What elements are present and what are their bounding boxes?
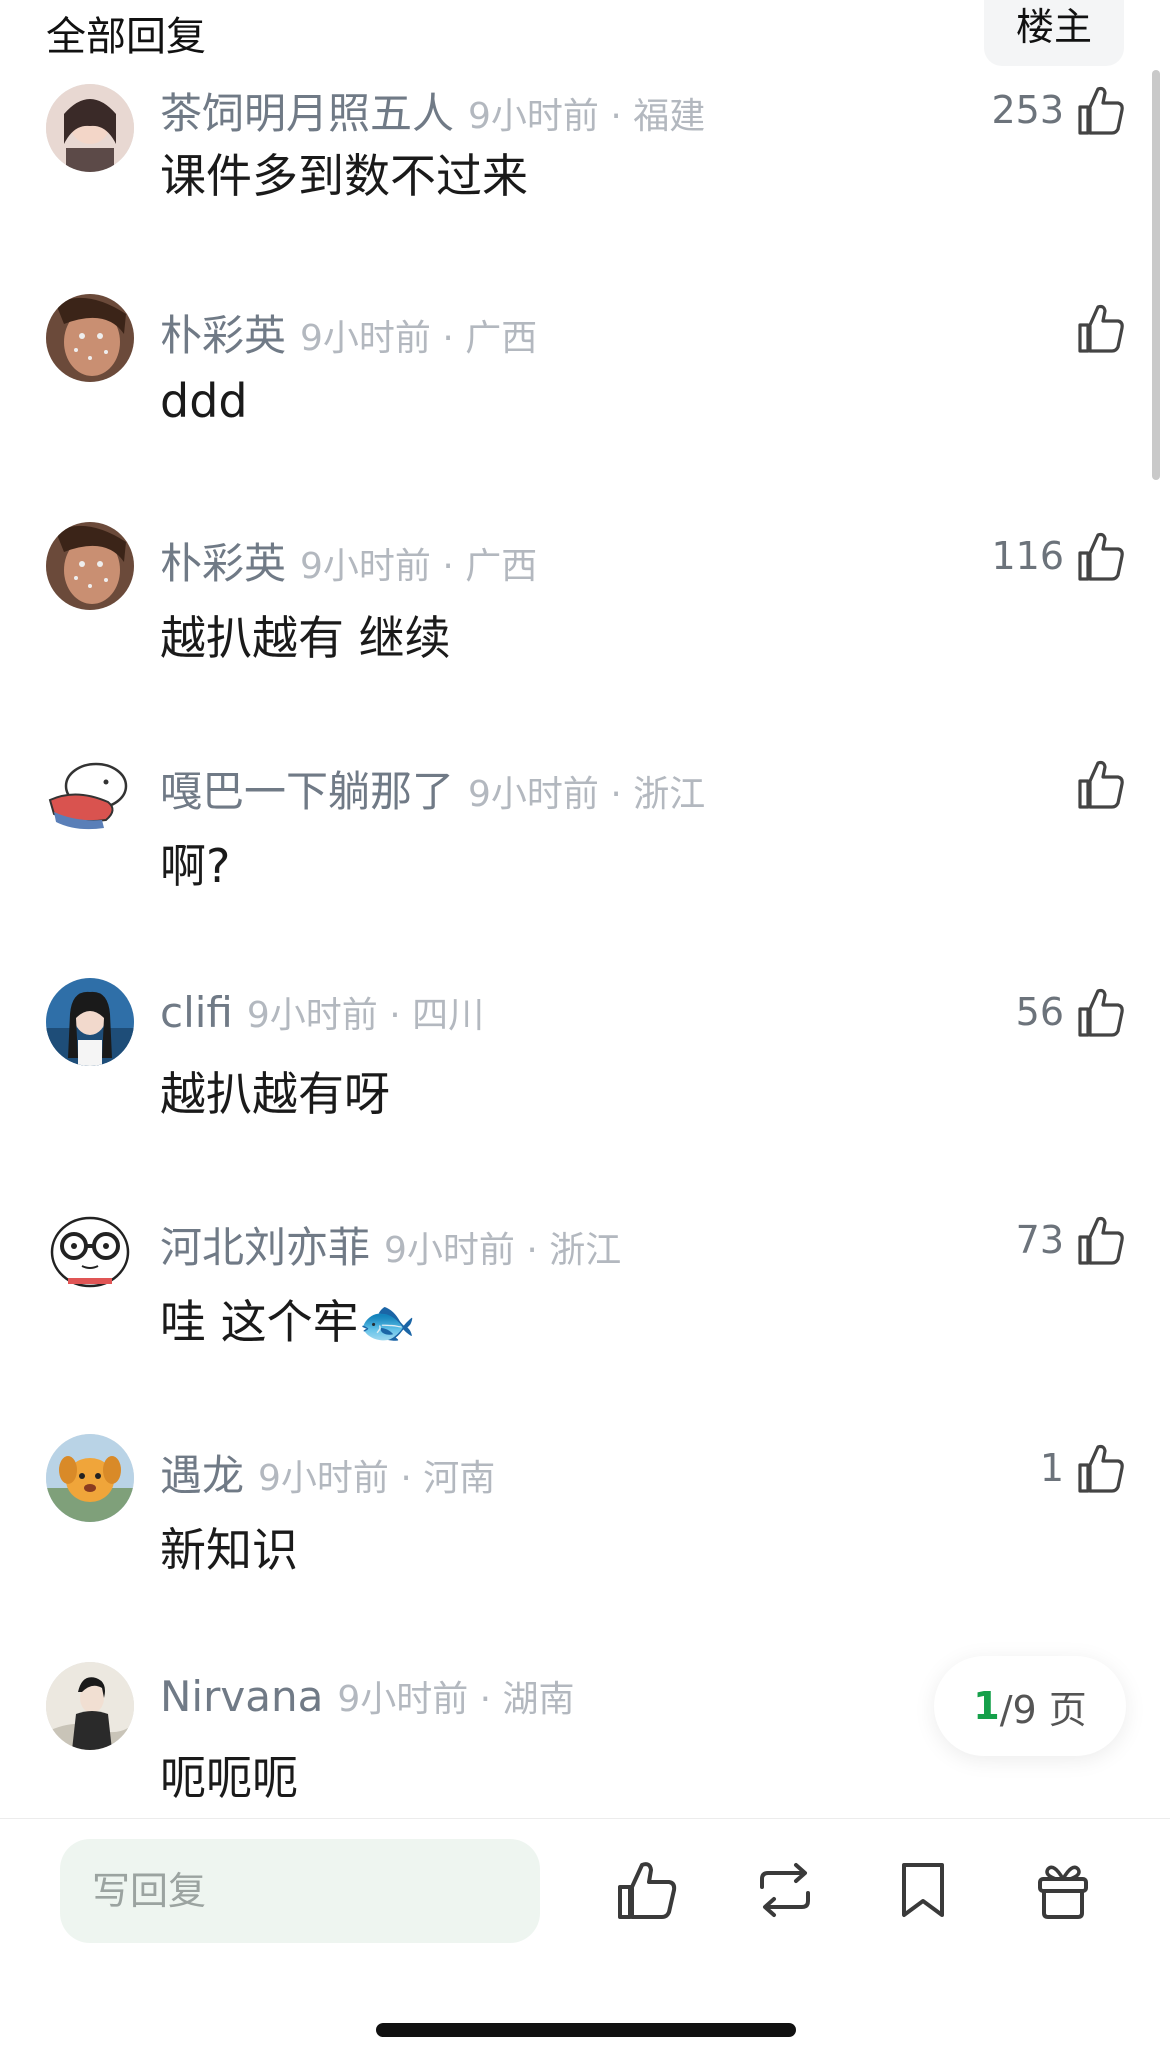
avatar[interactable] [46,1434,134,1522]
time-location: 9小时前 · 湖南 [337,1679,575,1720]
time-location: 9小时前 · 福建 [468,96,706,137]
thumbs-up-icon [1076,529,1126,583]
like-count: 116 [991,534,1064,578]
like-count: 73 [1015,1218,1064,1262]
page-title: 全部回复 [46,14,206,60]
time-location: 9小时前 · 四川 [246,995,485,1036]
like-count: 1 [1039,1446,1064,1490]
scrollbar[interactable] [1152,70,1160,480]
comment-text[interactable]: 越扒越有呀 [160,1058,390,1124]
avatar[interactable] [46,294,134,382]
comment-item: 遇龙 9小时前 · 河南 新知识 1 [0,1434,1170,1662]
thumbs-up-icon [1076,985,1126,1039]
like-button[interactable]: 1 [1040,1438,1126,1498]
like-button[interactable] [1064,298,1126,358]
comment-page: 茶饲明月照五人 9小时前 · 福建 课件多到数不过来 253 朴彩英 9小时前 · … [0,0,1170,2066]
username[interactable]: Nirvana [160,1672,323,1721]
comment-list: 茶饲明月照五人 9小时前 · 福建 课件多到数不过来 253 朴彩英 9小时前 · … [0,0,1170,1820]
comment-text[interactable]: 呃呃呃 [160,1742,298,1808]
comment-meta: 遇龙 9小时前 · 河南 [160,1442,495,1503]
comment-meta: clifi 9小时前 · 四川 [160,986,484,1038]
comment-text[interactable]: 课件多到数不过来 [160,140,528,206]
username[interactable]: 河北刘亦菲 [160,1223,370,1272]
current-page: 1 [973,1684,1000,1728]
avatar[interactable] [46,1662,134,1750]
comment-item: 嘎巴一下躺那了 9小时前 · 浙江 啊? [0,750,1170,978]
time-location: 9小时前 · 浙江 [468,774,706,815]
like-count: 56 [1015,990,1064,1034]
like-button[interactable] [1064,754,1126,814]
reply-input[interactable]: 写回复 [60,1839,540,1943]
comment-meta: 河北刘亦菲 9小时前 · 浙江 [160,1214,621,1275]
username[interactable]: clifi [160,988,233,1037]
time-location: 9小时前 · 广西 [300,318,538,359]
comment-meta: 朴彩英 9小时前 · 广西 [160,302,537,363]
page-indicator[interactable]: 1/9 页 [934,1656,1126,1756]
time-location: 9小时前 · 河南 [258,1458,496,1499]
like-count: 253 [991,88,1064,132]
comment-item: 河北刘亦菲 9小时前 · 浙江 哇 这个牢🐟 73 [0,1206,1170,1434]
avatar[interactable] [46,1206,134,1294]
avatar[interactable] [46,522,134,610]
time-location: 9小时前 · 广西 [300,546,538,587]
thumbs-up-icon [1076,1213,1126,1267]
comment-text[interactable]: 哇 这个牢🐟 [160,1286,416,1352]
thumbs-up-icon [1076,757,1126,811]
username[interactable]: 嘎巴一下躺那了 [160,767,454,816]
avatar[interactable] [46,978,134,1066]
total-pages: /9 页 [999,1687,1087,1732]
username[interactable]: 茶饲明月照五人 [160,89,454,138]
repost-icon[interactable] [752,1857,818,1923]
comment-item: clifi 9小时前 · 四川 越扒越有呀 56 [0,978,1170,1206]
avatar[interactable] [46,750,134,838]
thumbs-up-icon[interactable] [614,1857,680,1923]
comment-text[interactable]: 啊? [160,830,230,896]
comment-item: 朴彩英 9小时前 · 广西 ddd [0,294,1170,522]
bookmark-icon[interactable] [890,1857,956,1923]
comment-meta: 嘎巴一下躺那了 9小时前 · 浙江 [160,758,705,819]
owner-only-button[interactable]: 楼主 [984,0,1124,66]
like-button[interactable]: 253 [991,80,1126,140]
comment-meta: 茶饲明月照五人 9小时前 · 福建 [160,80,705,141]
comment-text[interactable]: 新知识 [160,1514,298,1580]
avatar[interactable] [46,84,134,172]
comment-text[interactable]: 越扒越有 继续 [160,602,451,668]
comment-item: 朴彩英 9小时前 · 广西 越扒越有 继续 116 [0,522,1170,750]
gift-icon[interactable] [1030,1857,1096,1923]
username[interactable]: 朴彩英 [160,311,286,360]
like-button[interactable]: 73 [1016,1210,1126,1270]
thumbs-up-icon [1076,83,1126,137]
bottom-action-bar: 写回复 [0,1818,1170,2066]
comment-meta: 朴彩英 9小时前 · 广西 [160,530,537,591]
comment-meta: Nirvana 9小时前 · 湖南 [160,1670,575,1722]
comment-item: 茶饲明月照五人 9小时前 · 福建 课件多到数不过来 253 [0,84,1170,316]
like-button[interactable]: 56 [1016,982,1126,1042]
username[interactable]: 朴彩英 [160,539,286,588]
comment-text[interactable]: ddd [160,374,248,428]
like-button[interactable]: 116 [991,526,1126,586]
header: 全部回复 楼主 [0,0,1170,84]
time-location: 9小时前 · 浙江 [384,1230,622,1271]
thumbs-up-icon [1076,1441,1126,1495]
thumbs-up-icon [1076,301,1126,355]
home-indicator[interactable] [376,2023,796,2037]
username[interactable]: 遇龙 [160,1451,244,1500]
